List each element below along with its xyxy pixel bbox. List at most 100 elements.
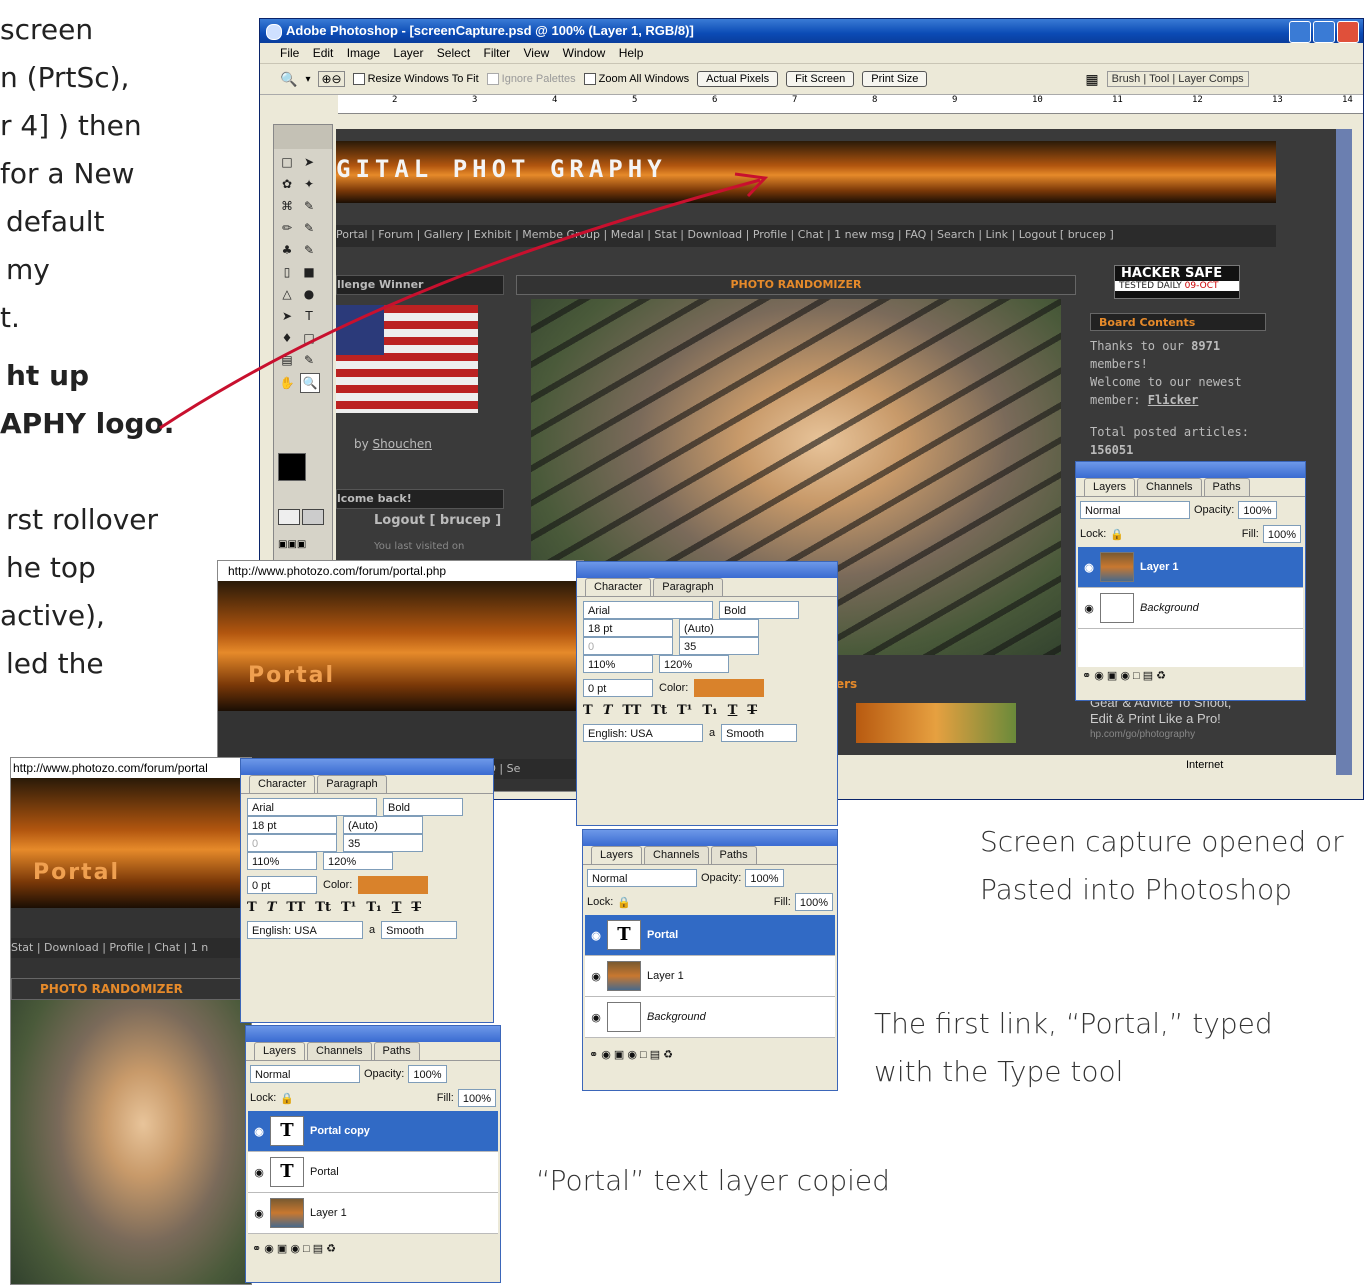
all-caps-button[interactable]: TT	[622, 703, 641, 718]
quickmask-mode-icon[interactable]	[302, 509, 324, 525]
palette-footer-icons[interactable]: ⚭ ◉ ▣ ◉ □ ▤ ♻	[246, 1242, 500, 1260]
baseline-shift-field[interactable]: 0 pt	[583, 679, 653, 697]
eye-icon[interactable]: ◉	[248, 1207, 270, 1220]
language-select[interactable]: English: USA	[247, 921, 363, 939]
tracking-select[interactable]: 35	[343, 834, 423, 852]
tab-layers[interactable]: Layers	[254, 1042, 306, 1060]
layer-row[interactable]: ◉ Background	[585, 997, 835, 1038]
opacity-field[interactable]: 100%	[408, 1065, 447, 1083]
tab-channels[interactable]: Channels	[1137, 478, 1202, 496]
portal-text[interactable]: Portal	[33, 860, 120, 885]
opacity-field[interactable]: 100%	[1238, 501, 1277, 519]
small-caps-button[interactable]: Tt	[651, 703, 667, 718]
text-color-swatch[interactable]	[694, 679, 765, 697]
eye-icon[interactable]: ◉	[585, 929, 607, 942]
tab-character[interactable]: Character	[249, 775, 316, 793]
address-bar[interactable]: http://www.photozo.com/forum/portal.php	[218, 561, 583, 581]
lock-icon[interactable]: 🔒	[1110, 528, 1124, 541]
vertical-scale-field[interactable]: 110%	[247, 852, 317, 870]
address-bar[interactable]: http://www.photozo.com/forum/portal	[11, 758, 251, 778]
well-brush[interactable]: Brush	[1112, 73, 1141, 85]
kerning-select[interactable]: 0	[247, 834, 337, 852]
menu-view[interactable]: View	[524, 46, 550, 60]
eye-icon[interactable]: ◉	[585, 1011, 607, 1024]
font-style-select[interactable]: Bold	[383, 798, 463, 816]
well-tool[interactable]: Tool	[1149, 73, 1169, 85]
nav-strip[interactable]: Stat | Download | Profile | Chat | 1 n	[11, 938, 251, 958]
font-size-select[interactable]: 18 pt	[583, 619, 673, 637]
hacker-safe-badge[interactable]: HACKER SAFE TESTED DAILY 09-OCT	[1114, 265, 1240, 299]
fill-field[interactable]: 100%	[1262, 525, 1301, 543]
eye-icon[interactable]: ◉	[248, 1125, 270, 1138]
ignore-palettes-checkbox[interactable]: Ignore Palettes	[486, 73, 576, 86]
layer-row[interactable]: ◉ Background	[1078, 588, 1303, 629]
leading-select[interactable]: (Auto)	[679, 619, 759, 637]
zoom-all-checkbox[interactable]: Zoom All Windows	[583, 73, 689, 86]
tab-layers[interactable]: Layers	[591, 846, 643, 864]
baseline-shift-field[interactable]: 0 pt	[247, 876, 317, 894]
antialias-select[interactable]: Smooth	[381, 921, 458, 939]
tab-paragraph[interactable]: Paragraph	[317, 775, 387, 793]
tab-character[interactable]: Character	[585, 578, 652, 596]
fill-field[interactable]: 100%	[457, 1089, 496, 1107]
font-family-select[interactable]: Arial	[583, 601, 713, 619]
strikethrough-button[interactable]: T	[411, 900, 421, 915]
tab-layers[interactable]: Layers	[1084, 478, 1136, 496]
hp-ad[interactable]: Gear & Advice To Shoot, Edit & Print Lik…	[1090, 695, 1231, 743]
menu-image[interactable]: Image	[347, 46, 380, 60]
horizontal-scale-field[interactable]: 120%	[659, 655, 729, 673]
logout-link[interactable]: Logout [ brucep ]	[374, 513, 501, 528]
zoom-in-icon[interactable]: ⊕⊖	[318, 71, 345, 87]
faux-bold-button[interactable]: T	[583, 703, 593, 718]
chevron-down-icon[interactable]: ▾	[305, 74, 310, 85]
tab-paragraph[interactable]: Paragraph	[653, 578, 723, 596]
faux-bold-button[interactable]: T	[247, 900, 257, 915]
tab-paths[interactable]: Paths	[1203, 478, 1250, 496]
language-select[interactable]: English: USA	[583, 724, 703, 742]
menu-file[interactable]: File	[280, 46, 299, 60]
lock-icon[interactable]: 🔒	[617, 896, 631, 909]
text-color-swatch[interactable]	[358, 876, 429, 894]
eye-icon[interactable]: ◉	[1078, 561, 1100, 574]
palette-footer-icons[interactable]: ⚭ ◉ ▣ ◉ □ ▤ ♻	[583, 1048, 837, 1066]
blend-mode-select[interactable]: Normal	[1080, 501, 1190, 519]
menu-filter[interactable]: Filter	[484, 46, 511, 60]
actual-pixels-button[interactable]: Actual Pixels	[697, 71, 779, 87]
underline-button[interactable]: T	[392, 900, 402, 915]
randomizer-photo[interactable]	[11, 1000, 251, 1284]
font-style-select[interactable]: Bold	[719, 601, 799, 619]
fit-screen-button[interactable]: Fit Screen	[786, 71, 855, 87]
blend-mode-select[interactable]: Normal	[250, 1065, 360, 1083]
leading-select[interactable]: (Auto)	[343, 816, 423, 834]
menu-window[interactable]: Window	[563, 46, 606, 60]
autumn-thumbnail[interactable]	[856, 703, 1016, 743]
subscript-button[interactable]: T₁	[702, 703, 717, 718]
palette-footer-icons[interactable]: ⚭ ◉ ▣ ◉ □ ▤ ♻	[1076, 669, 1305, 687]
blend-mode-select[interactable]: Normal	[587, 869, 697, 887]
close-button[interactable]	[1337, 21, 1359, 43]
eye-icon[interactable]: ◉	[1078, 602, 1100, 615]
strikethrough-button[interactable]: T	[747, 703, 757, 718]
faux-italic-button[interactable]: T	[603, 703, 613, 718]
print-size-button[interactable]: Print Size	[862, 71, 928, 87]
opacity-field[interactable]: 100%	[745, 869, 784, 887]
eye-icon[interactable]: ◉	[585, 970, 607, 983]
vertical-scrollbar[interactable]	[1336, 129, 1352, 775]
well-layer-comps[interactable]: Layer Comps	[1178, 73, 1243, 85]
horizontal-scale-field[interactable]: 120%	[323, 852, 393, 870]
font-family-select[interactable]: Arial	[247, 798, 377, 816]
tab-channels[interactable]: Channels	[307, 1042, 372, 1060]
menu-layer[interactable]: Layer	[393, 46, 423, 60]
menu-help[interactable]: Help	[619, 46, 644, 60]
menu-edit[interactable]: Edit	[313, 46, 334, 60]
fill-field[interactable]: 100%	[794, 893, 833, 911]
menu-select[interactable]: Select	[437, 46, 470, 60]
all-caps-button[interactable]: TT	[286, 900, 305, 915]
lock-icon[interactable]: 🔒	[280, 1092, 294, 1105]
newest-member-link[interactable]: Flicker	[1148, 393, 1199, 407]
superscript-button[interactable]: T¹	[341, 900, 356, 915]
superscript-button[interactable]: T¹	[677, 703, 692, 718]
tab-paths[interactable]: Paths	[373, 1042, 420, 1060]
standard-mode-icon[interactable]	[278, 509, 300, 525]
portal-text[interactable]: Portal	[248, 663, 335, 688]
